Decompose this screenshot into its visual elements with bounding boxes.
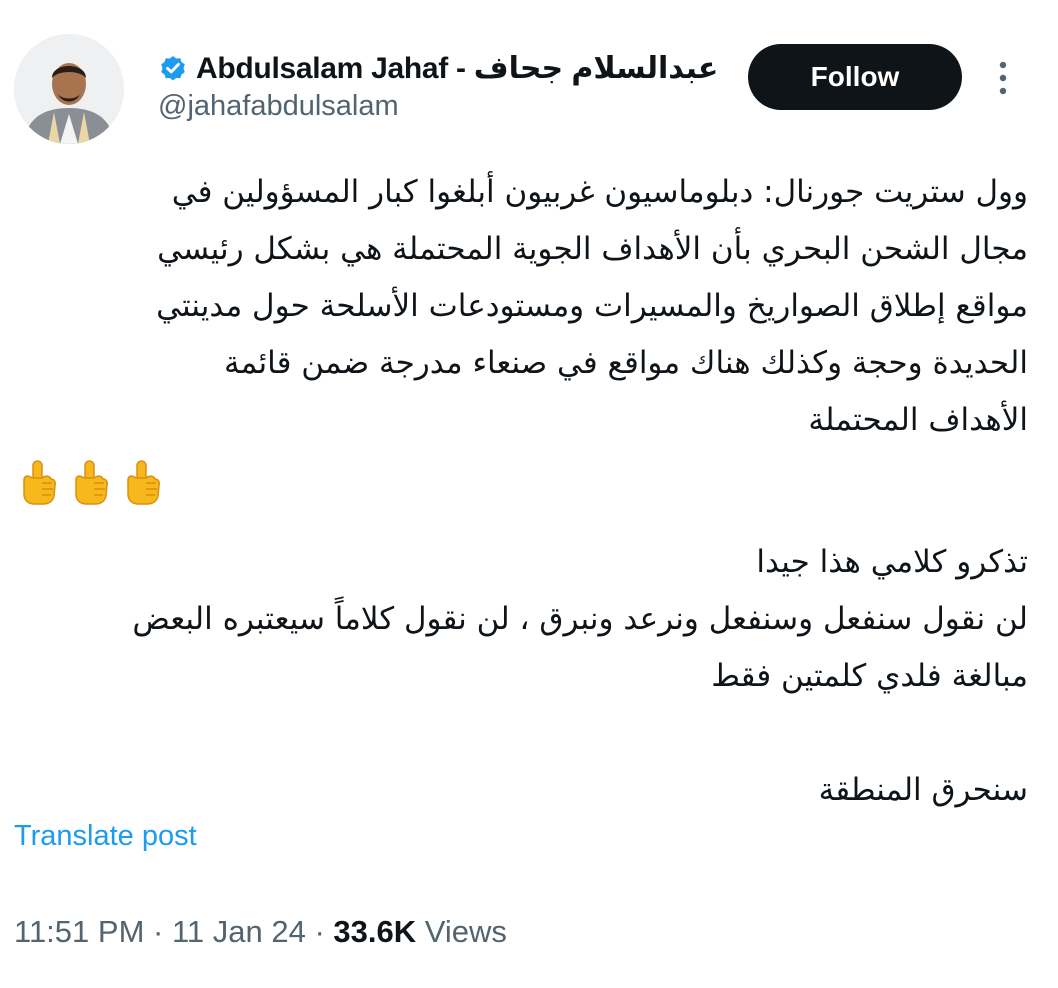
post-card: Abdulsalam Jahaf - عبدالسلام جحاف @jahaf…	[0, 0, 1058, 988]
emoji-row	[16, 458, 164, 506]
post-text-line: مجال الشحن البحري بأن الأهداف الجوية الم…	[157, 231, 1028, 267]
emoji-line-spacer	[18, 449, 1028, 506]
author-handle[interactable]: @jahafabdulsalam	[158, 90, 399, 123]
pointing-finger-icon	[75, 460, 108, 505]
views-count[interactable]: 33.6K	[333, 914, 416, 949]
post-text-line: تذكرو كلامي هذا جيدا	[756, 544, 1028, 580]
post-time[interactable]: 11:51 PM	[14, 914, 144, 949]
post-text-line: سنحرق المنطقة	[818, 772, 1028, 808]
post-text-line: مواقع إطلاق الصواريخ والمسيرات ومستودعات…	[156, 288, 1028, 324]
meta-separator: ·	[153, 914, 164, 949]
views-label[interactable]: Views	[425, 914, 507, 949]
post-date[interactable]: 11 Jan 24	[172, 914, 306, 949]
post-text-line: لن نقول سنفعل وسنفعل ونرعد ونبرق ، لن نق…	[132, 601, 1028, 637]
post-text-line: الأهداف المحتملة	[808, 402, 1028, 438]
pointing-finger-icon	[23, 460, 56, 505]
author-display-name[interactable]: Abdulsalam Jahaf - عبدالسلام جحاف	[196, 51, 719, 86]
post-text-line: الحديدة وحجة وكذلك هناك مواقع في صنعاء م…	[224, 345, 1028, 381]
follow-button[interactable]: Follow	[748, 44, 962, 110]
post-text: وول ستريت جورنال: دبلوماسيون غربيون أبلغ…	[18, 164, 1028, 819]
post-text-line: مبالغة فلدي كلمتين فقط	[711, 658, 1028, 694]
translate-post-link[interactable]: Translate post	[14, 820, 197, 853]
post-meta: 11:51 PM · 11 Jan 24 · 33.6K Views	[14, 914, 507, 950]
pointing-finger-icon	[127, 460, 160, 505]
author-name-row[interactable]: Abdulsalam Jahaf - عبدالسلام جحاف	[158, 46, 719, 90]
post-text-line: وول ستريت جورنال: دبلوماسيون غربيون أبلغ…	[171, 174, 1028, 210]
verified-badge-icon	[158, 53, 188, 83]
meta-separator: ·	[314, 914, 325, 949]
avatar[interactable]	[14, 34, 124, 144]
avatar-image	[14, 34, 124, 144]
more-vertical-icon[interactable]	[988, 56, 1018, 100]
